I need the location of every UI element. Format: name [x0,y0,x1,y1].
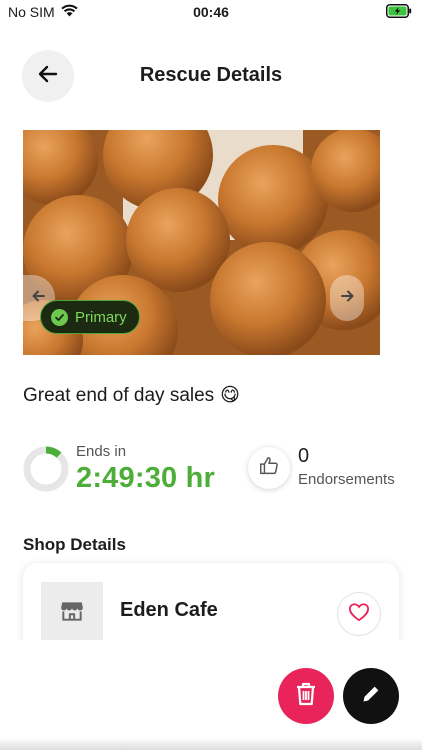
pencil-icon [360,683,382,710]
heart-icon [348,602,370,627]
store-icon [59,598,85,629]
bottom-edge [0,738,422,750]
edit-button[interactable] [343,668,399,724]
shop-thumbnail [41,582,103,640]
trash-icon [294,681,318,712]
shop-name: Eden Cafe [120,599,218,621]
favorite-button[interactable] [337,592,381,636]
shop-card-clip: Eden Cafe [0,0,422,640]
shop-card[interactable]: Eden Cafe [23,563,399,640]
delete-button[interactable] [278,668,334,724]
